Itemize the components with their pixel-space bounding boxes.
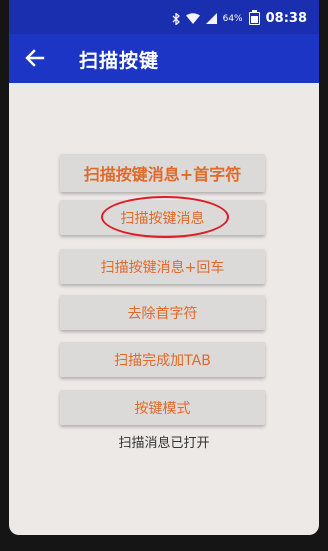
scan-key-msg-button[interactable]: 扫描按键消息 [60,200,265,235]
key-mode-button[interactable]: 按键模式 [60,390,265,425]
wifi-icon [185,13,200,24]
app-bar: 扫描按键 [9,34,319,83]
battery-icon [248,10,260,25]
scan-key-msg-prefix-button[interactable]: 扫描按键消息+首字符 [60,154,265,192]
scan-complete-tab-button[interactable]: 扫描完成加TAB [60,342,265,377]
bluetooth-icon [172,12,180,25]
status-icons: 64% 08:38 [172,10,307,26]
status-bar: 64% 08:38 [9,0,319,34]
status-message: 扫描消息已打开 [118,436,210,451]
remove-prefix-button[interactable]: 去除首字符 [60,295,265,330]
scan-key-msg-enter-button[interactable]: 扫描按键消息+回车 [60,249,265,284]
back-arrow-icon[interactable] [23,46,47,70]
signal-icon [205,13,217,24]
clock: 08:38 [265,11,307,26]
phone-screen: 64% 08:38 扫描按键 扫描按键消息+首字符 扫描按键消息 扫描按键消息+… [9,0,319,535]
page-title: 扫描按键 [79,50,160,72]
battery-percent: 64% [222,13,243,24]
